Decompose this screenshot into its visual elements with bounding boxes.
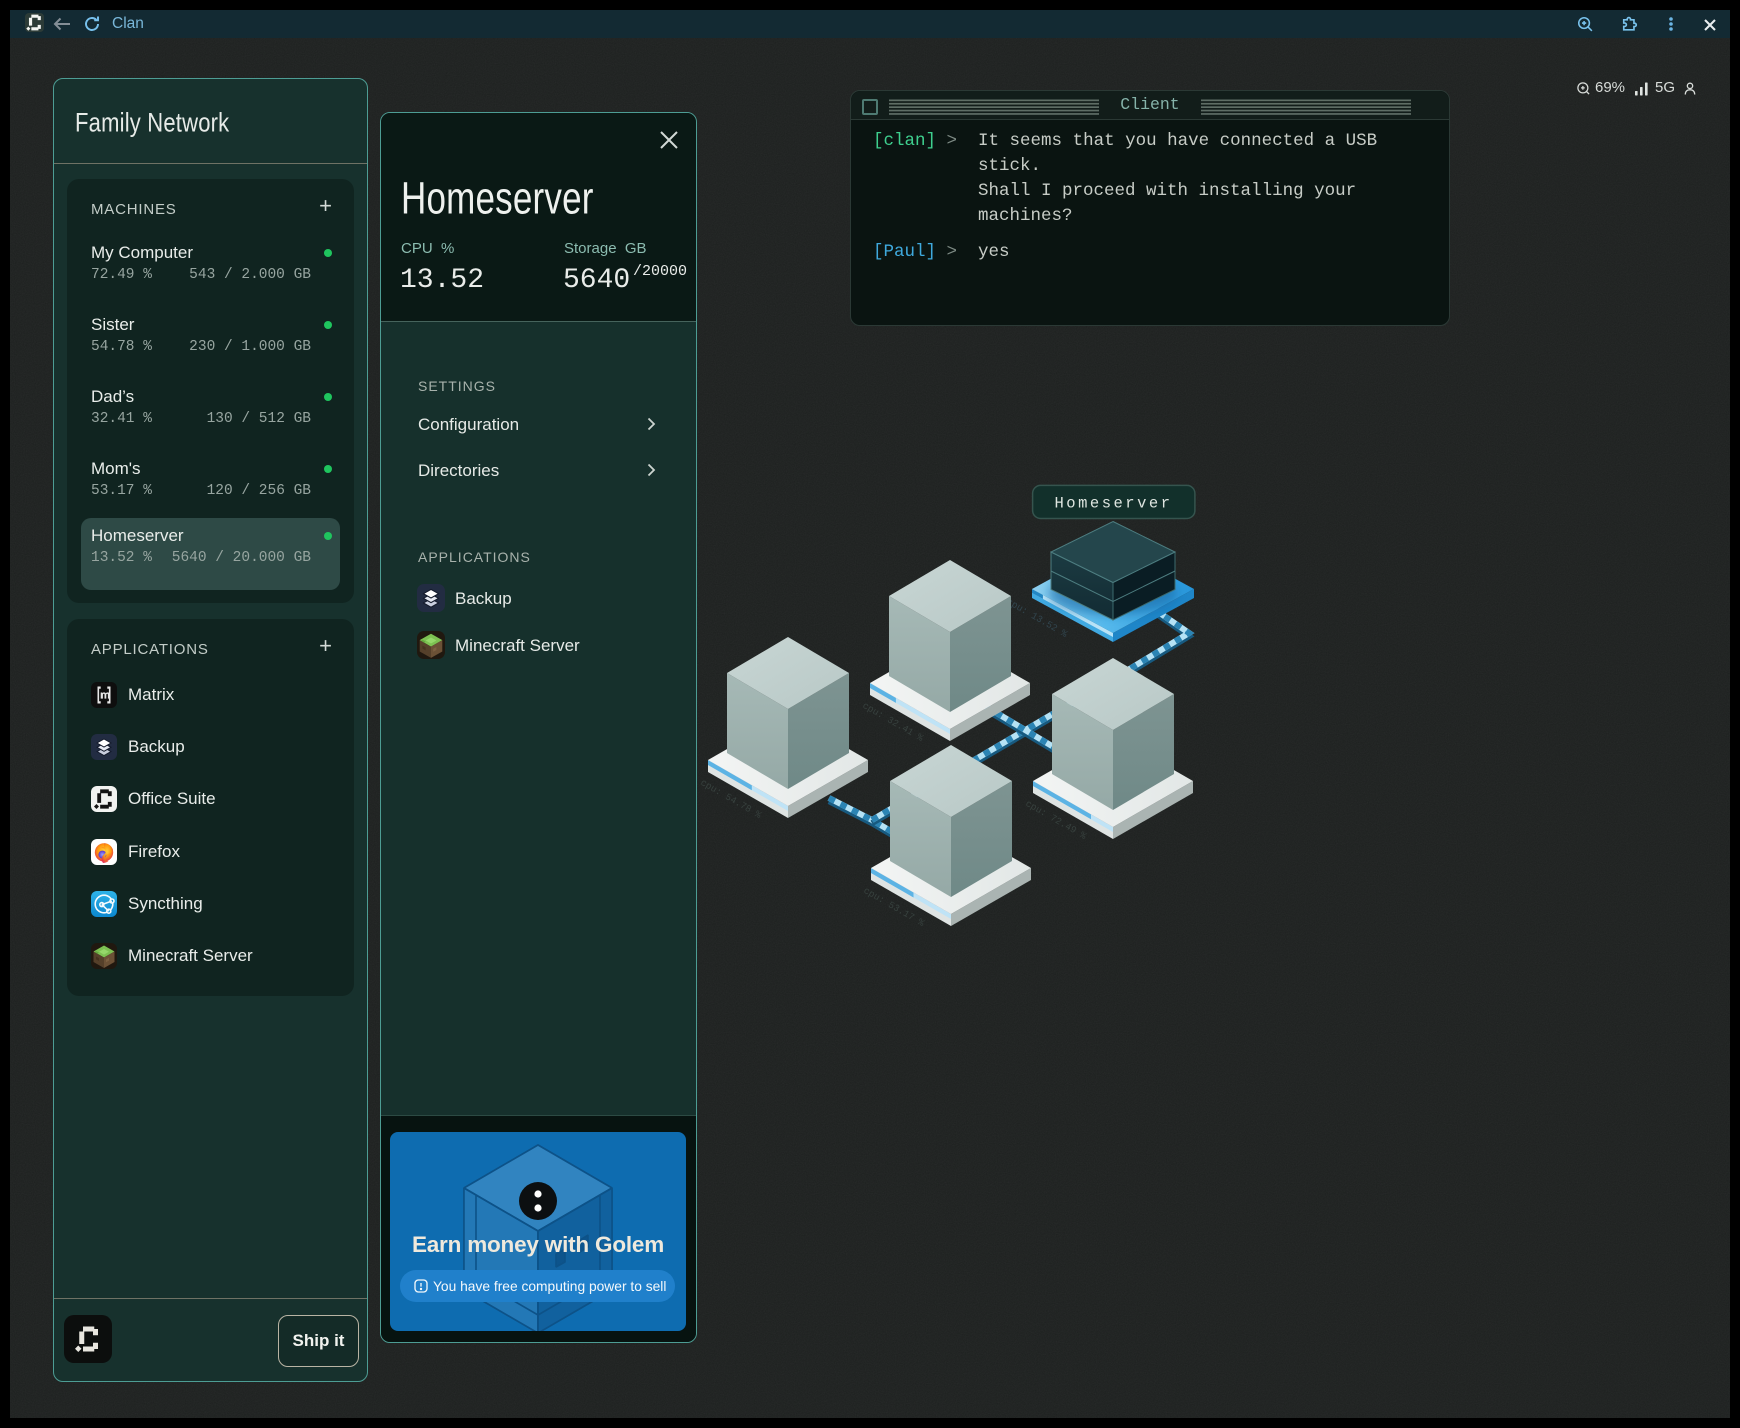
svg-text:Homeserver: Homeserver bbox=[1054, 495, 1172, 513]
